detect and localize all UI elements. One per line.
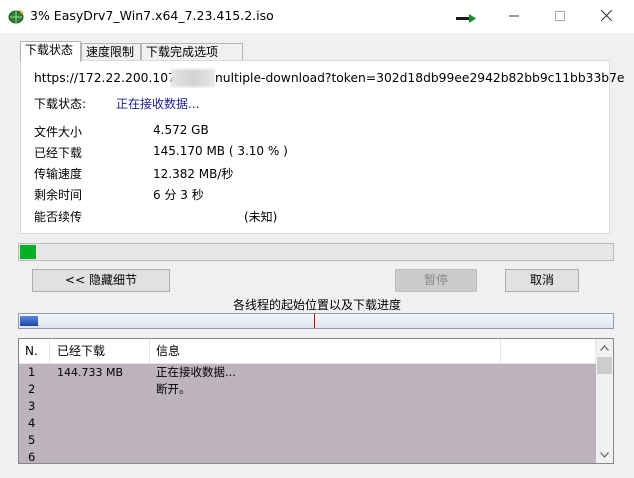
list-item[interactable]: 2 断开。 xyxy=(19,381,596,398)
resume-capability-label: 能否续传 xyxy=(34,210,83,224)
file-size-label: 文件大小 xyxy=(34,125,83,139)
close-button[interactable] xyxy=(583,0,629,31)
list-scrollbar[interactable] xyxy=(596,339,613,463)
green-arrow-icon xyxy=(456,14,476,23)
maximize-button[interactable] xyxy=(537,0,583,31)
thread-progress-segment xyxy=(20,316,38,326)
thread-start-marker xyxy=(314,314,315,328)
window-title: 3% EasyDrv7_Win7.x64_7.23.415.2.iso xyxy=(30,8,274,23)
cancel-button[interactable]: 取消 xyxy=(505,269,579,292)
list-body: 1 144.733 MB 正在接收数据... 2 断开。 3 4 5 6 xyxy=(19,364,596,464)
row-number: 6 xyxy=(28,450,36,464)
close-icon xyxy=(600,10,612,21)
status-value: 正在接收数据... xyxy=(116,97,200,111)
row-number: 3 xyxy=(28,399,36,413)
pause-button[interactable]: 暂停 xyxy=(395,269,477,292)
hide-details-button[interactable]: << 隐藏细节 xyxy=(32,269,170,292)
transfer-rate-value: 12.382 MB/秒 xyxy=(153,167,234,181)
download-progress-bar xyxy=(18,243,614,261)
list-item[interactable]: 4 xyxy=(19,415,596,432)
scroll-up-button[interactable] xyxy=(596,339,613,356)
column-header-downloaded[interactable]: 已经下载 xyxy=(50,339,150,363)
chevron-down-icon xyxy=(600,451,609,458)
row-number: 4 xyxy=(28,416,36,430)
download-url: https://172.22.200.107 xyxy=(34,71,176,85)
tab-download-status[interactable]: 下载状态 xyxy=(20,41,81,62)
row-downloaded: 144.733 MB xyxy=(57,366,124,379)
minimize-icon xyxy=(509,15,519,16)
list-item[interactable]: 6 xyxy=(19,449,596,464)
url-redaction xyxy=(171,69,215,87)
tab-on-completion[interactable]: 下载完成选项 xyxy=(141,43,243,60)
title-bar[interactable]: 3% EasyDrv7_Win7.x64_7.23.415.2.iso xyxy=(0,0,634,33)
status-label: 下载状态: xyxy=(34,97,87,111)
maximize-icon xyxy=(555,10,565,21)
row-number: 2 xyxy=(28,382,36,396)
list-item[interactable]: 3 xyxy=(19,398,596,415)
scroll-down-button[interactable] xyxy=(596,446,613,463)
threads-list[interactable]: N. 已经下载 信息 1 144.733 MB 正在接收数据... 2 断开。 … xyxy=(18,338,614,464)
minimize-button[interactable] xyxy=(491,0,537,31)
time-left-label: 剩余时间 xyxy=(34,188,83,202)
row-number: 5 xyxy=(28,433,36,447)
time-left-value: 6 分 3 秒 xyxy=(153,188,204,202)
row-number: 1 xyxy=(28,365,36,379)
row-info: 正在接收数据... xyxy=(156,365,236,379)
status-panel: https://172.22.200.107 nultiple-download… xyxy=(20,60,625,234)
file-size-value: 4.572 GB xyxy=(153,123,209,137)
scroll-thumb[interactable] xyxy=(597,357,612,374)
resume-capability-value: (未知) xyxy=(244,210,278,224)
row-info: 断开。 xyxy=(156,382,191,396)
downloaded-label: 已经下载 xyxy=(34,146,83,160)
transfer-rate-label: 传输速度 xyxy=(34,167,83,181)
threads-progress-bar xyxy=(18,313,614,329)
threads-caption: 各线程的起始位置以及下载进度 xyxy=(232,298,401,312)
idm-globe-icon xyxy=(8,9,24,24)
list-item[interactable]: 1 144.733 MB 正在接收数据... xyxy=(19,364,596,381)
progress-fill xyxy=(20,245,36,259)
column-header-number[interactable]: N. xyxy=(19,339,50,363)
list-header: N. 已经下载 信息 xyxy=(19,339,596,364)
downloaded-value: 145.170 MB ( 3.10 % ) xyxy=(153,144,288,158)
tab-speed-limit[interactable]: 速度限制 xyxy=(81,43,141,60)
download-url-suffix: nultiple-download?token=302d18db99ee2942… xyxy=(215,71,625,85)
chevron-up-icon xyxy=(600,344,609,351)
list-item[interactable]: 5 xyxy=(19,432,596,449)
column-header-info[interactable]: 信息 xyxy=(150,339,501,363)
column-header-extra[interactable] xyxy=(501,339,596,363)
